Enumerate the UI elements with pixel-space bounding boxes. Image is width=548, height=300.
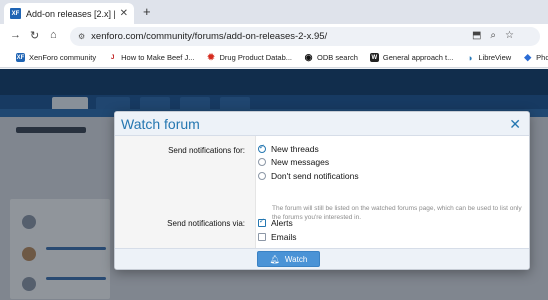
option-label: Emails xyxy=(271,232,297,242)
send-notifications-for-label: Send notifications for: xyxy=(168,146,245,155)
address-bar[interactable]: ⚙ xenforo.com/community/forums/add-on-re… xyxy=(70,27,540,46)
checkbox-emails[interactable]: Emails xyxy=(258,232,297,242)
bookmark-libreview[interactable]: ◑ LibreView xyxy=(465,52,512,63)
watch-forum-dialog: Watch forum ✕ Send notifications for: Se… xyxy=(114,111,530,270)
url-text: xenforo.com/community/forums/add-on-rele… xyxy=(91,31,328,42)
reload-icon[interactable]: ↻ xyxy=(30,29,39,42)
libreview-icon: ◑ xyxy=(465,52,475,63)
j-icon: J xyxy=(108,53,118,62)
bookmark-label: Drug Product Datab... xyxy=(219,53,293,62)
bookmarks-bar: XF XenForo community J How to Make Beef … xyxy=(0,48,548,68)
bookmark-star-icon[interactable]: ☆ xyxy=(505,30,514,41)
bookmark-xenforo[interactable]: XF XenForo community xyxy=(16,53,96,62)
forward-icon[interactable]: → xyxy=(10,29,21,41)
bookmark-phone-calls[interactable]: ◆ Phone Calls / Conta xyxy=(523,52,548,62)
bookmark-label: ODB search xyxy=(317,53,358,62)
browser-tab[interactable]: XF Add-on releases [2.x] | XenForo ✕ xyxy=(4,3,134,24)
w-icon: W xyxy=(369,53,379,62)
bookmark-odb-search[interactable]: ◉ ODB search xyxy=(304,52,358,62)
zoom-icon[interactable]: ⌕ xyxy=(490,30,496,41)
dialog-inputs: New threads New messages Don't send noti… xyxy=(255,136,529,250)
radio-new-threads[interactable]: New threads xyxy=(258,143,319,154)
dialog-footer: 🔔︎ Watch xyxy=(115,248,529,269)
bookmark-label: XenForo community xyxy=(29,53,97,62)
browser-tab-bar: XF Add-on releases [2.x] | XenForo ✕ + xyxy=(0,0,548,24)
browser-toolbar: → ↻ ⌂ ⚙ xenforo.com/community/forums/add… xyxy=(0,24,548,48)
option-label: Don't send notifications xyxy=(271,171,359,181)
bookmark-drug-product[interactable]: ✹ Drug Product Datab... xyxy=(206,52,293,62)
home-icon[interactable]: ⌂ xyxy=(50,29,57,41)
new-tab-icon[interactable]: + xyxy=(143,4,151,19)
checkbox-icon[interactable] xyxy=(258,233,266,241)
option-label: New threads xyxy=(271,144,319,154)
xenforo-favicon-icon: XF xyxy=(10,8,21,19)
bookmark-label: Phone Calls / Conta xyxy=(536,53,548,62)
send-notifications-via-label: Send notifications via: xyxy=(167,219,245,228)
dialog-body: Send notifications for: Send notificatio… xyxy=(115,136,529,250)
checkbox-alerts[interactable]: Alerts xyxy=(258,217,293,228)
radio-icon[interactable] xyxy=(258,158,266,166)
radio-checked-icon[interactable] xyxy=(258,143,266,153)
dialog-header: Watch forum ✕ xyxy=(115,112,529,136)
bell-icon: 🔔︎ xyxy=(269,254,280,264)
bookmark-label: LibreView xyxy=(478,53,512,62)
bookmark-beef-jerky[interactable]: J How to Make Beef J... xyxy=(108,53,194,62)
radio-new-messages[interactable]: New messages xyxy=(258,157,329,167)
option-label: Alerts xyxy=(271,218,293,228)
xenforo-icon: XF xyxy=(16,53,25,62)
diamond-icon: ◆ xyxy=(523,52,533,62)
close-tab-icon[interactable]: ✕ xyxy=(120,8,128,19)
install-app-icon[interactable]: ⬒ xyxy=(472,30,481,41)
dialog-title: Watch forum xyxy=(121,115,200,132)
close-icon[interactable]: ✕ xyxy=(509,116,521,133)
bookmark-general-approach[interactable]: W General approach t... xyxy=(369,53,454,62)
radio-dont-send[interactable]: Don't send notifications xyxy=(258,171,359,181)
tab-title: Add-on releases [2.x] | XenForo xyxy=(26,8,115,19)
odb-icon: ◉ xyxy=(304,52,314,62)
watch-button-label: Watch xyxy=(284,254,308,264)
site-info-icon[interactable]: ⚙ xyxy=(78,32,85,41)
bookmark-label: General approach t... xyxy=(382,53,454,62)
checkbox-checked-icon[interactable] xyxy=(258,217,266,227)
option-label: New messages xyxy=(271,157,330,167)
maple-leaf-icon: ✹ xyxy=(206,52,216,62)
bookmark-label: How to Make Beef J... xyxy=(121,53,195,62)
watch-hint-text: The forum will still be listed on the wa… xyxy=(272,205,522,221)
watch-button[interactable]: 🔔︎ Watch xyxy=(257,251,320,267)
radio-icon[interactable] xyxy=(258,172,266,180)
